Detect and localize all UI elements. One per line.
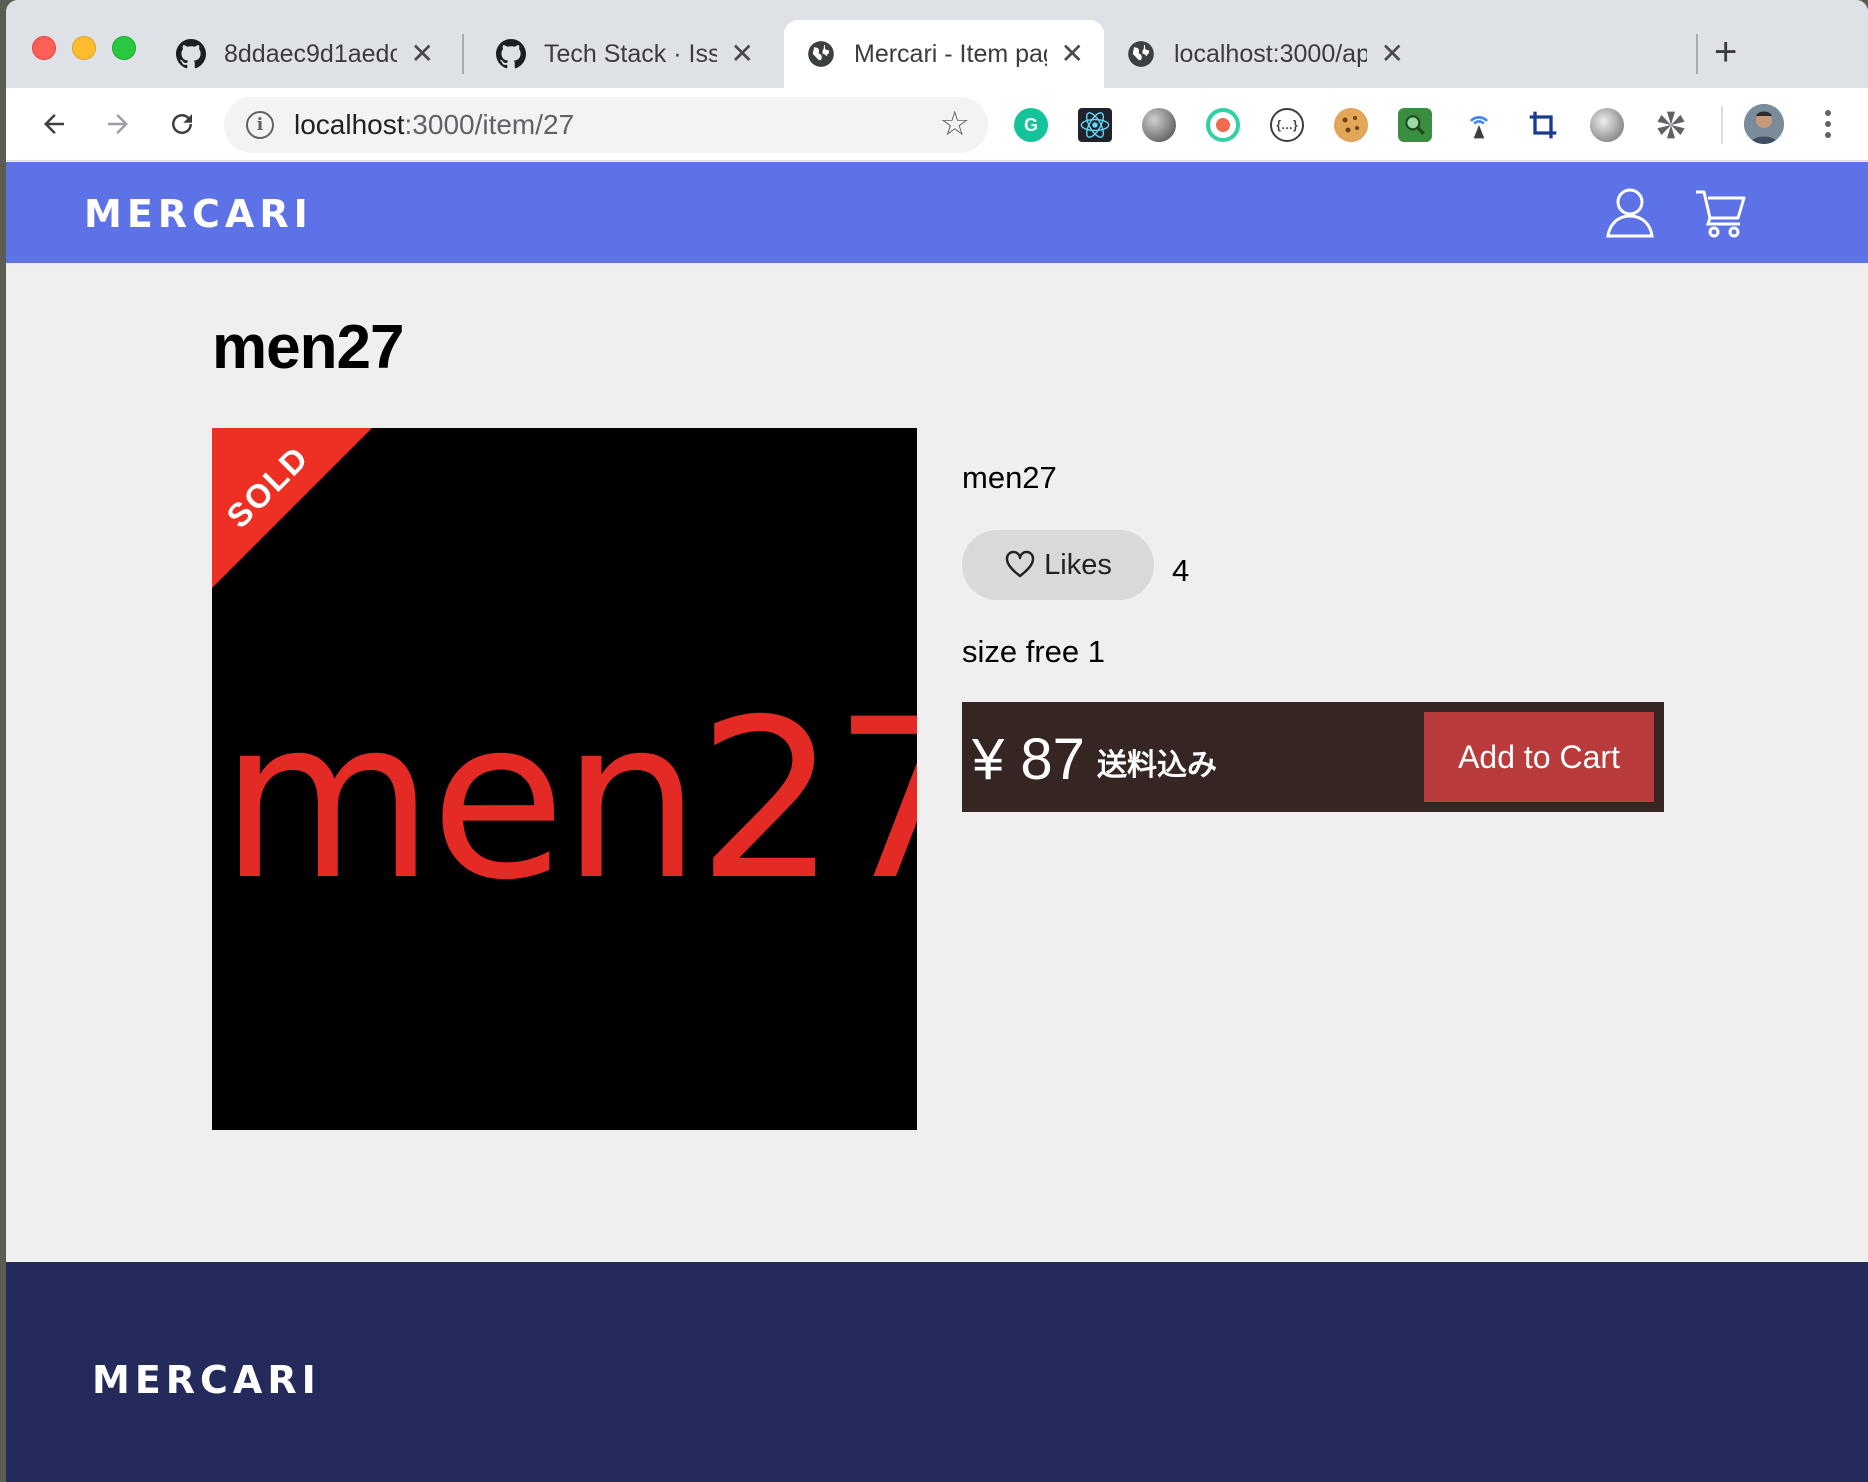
- header-logo[interactable]: MERCARI: [84, 192, 313, 236]
- globe-icon: [806, 39, 836, 69]
- shipping-included-label: 送料込み: [1097, 749, 1217, 782]
- likes-label: Likes: [1044, 548, 1112, 581]
- tab-separator: [1696, 34, 1698, 74]
- browser-window: 8ddaec9d1aedcb6279 ✕ Tech Stack · Issue …: [6, 0, 1868, 1482]
- tab-github-commit[interactable]: 8ddaec9d1aedcb6279 ✕: [154, 20, 454, 88]
- sphere-icon[interactable]: [1142, 108, 1176, 142]
- purchase-bar: ¥ 87 送料込み Add to Cart: [962, 702, 1664, 812]
- shopping-cart-icon[interactable]: [1692, 184, 1748, 240]
- react-icon[interactable]: [1078, 108, 1112, 142]
- site-info-icon[interactable]: i: [246, 111, 274, 139]
- back-arrow-icon[interactable]: [32, 102, 76, 146]
- json-icon[interactable]: {…}: [1270, 108, 1304, 142]
- forward-arrow-icon[interactable]: [96, 102, 140, 146]
- target-icon[interactable]: [1206, 108, 1240, 142]
- close-window-button[interactable]: [32, 36, 56, 60]
- tab-api-item[interactable]: localhost:3000/api/item ✕: [1104, 20, 1424, 88]
- tab-close-icon[interactable]: ✕: [731, 40, 754, 68]
- tab-separator: [462, 34, 464, 74]
- shell-icon[interactable]: [1590, 108, 1624, 142]
- image-label: men27: [220, 672, 917, 928]
- cookie-icon[interactable]: [1334, 108, 1368, 142]
- item-name: men27: [962, 460, 1057, 495]
- crop-icon[interactable]: [1526, 108, 1560, 142]
- maximize-window-button[interactable]: [112, 36, 136, 60]
- tab-close-icon[interactable]: ✕: [411, 40, 434, 68]
- item-image: SOLD men27: [212, 428, 917, 1130]
- tab-title: 8ddaec9d1aedcb6279: [224, 39, 397, 68]
- heart-icon: [1004, 549, 1036, 582]
- grammarly-icon[interactable]: G: [1014, 108, 1048, 142]
- footer-logo[interactable]: MERCARI: [92, 1358, 321, 1402]
- tab-title: Tech Stack · Issue #2 ·: [544, 39, 717, 68]
- new-tab-plus-icon[interactable]: +: [1714, 32, 1737, 72]
- page-title: men27: [212, 313, 404, 382]
- tab-close-icon[interactable]: ✕: [1381, 40, 1404, 68]
- item-size: size free 1: [962, 634, 1106, 669]
- tab-tech-stack-issue[interactable]: Tech Stack · Issue #2 · ✕: [474, 20, 774, 88]
- reload-icon[interactable]: [160, 102, 204, 146]
- browser-toolbar: i localhost:3000/item/27 ☆ G {…}: [6, 88, 1868, 161]
- user-account-icon[interactable]: [1602, 184, 1658, 240]
- browser-menu-icon[interactable]: [1818, 104, 1838, 144]
- pinwheel-icon[interactable]: [1654, 108, 1688, 142]
- likes-count: 4: [1172, 553, 1190, 588]
- tab-strip: 8ddaec9d1aedcb6279 ✕ Tech Stack · Issue …: [6, 0, 1868, 88]
- globe-icon: [1126, 39, 1156, 69]
- toolbar-separator: [1721, 106, 1723, 144]
- github-icon: [496, 39, 526, 69]
- add-to-cart-button[interactable]: Add to Cart: [1424, 712, 1654, 802]
- tab-title: localhost:3000/api/item: [1174, 39, 1367, 68]
- address-bar[interactable]: i localhost:3000/item/27 ☆: [224, 97, 988, 153]
- vue-icon[interactable]: [1398, 108, 1432, 142]
- minimize-window-button[interactable]: [72, 36, 96, 60]
- likes-button[interactable]: Likes: [962, 530, 1154, 600]
- profile-avatar[interactable]: [1744, 104, 1784, 144]
- item-price: ¥ 87: [972, 727, 1085, 792]
- tab-title: Mercari - Item page: [854, 39, 1047, 68]
- site-footer: MERCARI: [6, 1262, 1868, 1482]
- site-header: MERCARI: [6, 162, 1868, 263]
- bookmark-star-icon[interactable]: ☆: [940, 107, 970, 141]
- tab-close-icon[interactable]: ✕: [1061, 40, 1084, 68]
- broadcast-icon[interactable]: [1462, 108, 1496, 142]
- tab-mercari-item-page[interactable]: Mercari - Item page ✕: [784, 20, 1104, 88]
- github-icon: [176, 39, 206, 69]
- url-text: localhost:3000/item/27: [294, 109, 575, 140]
